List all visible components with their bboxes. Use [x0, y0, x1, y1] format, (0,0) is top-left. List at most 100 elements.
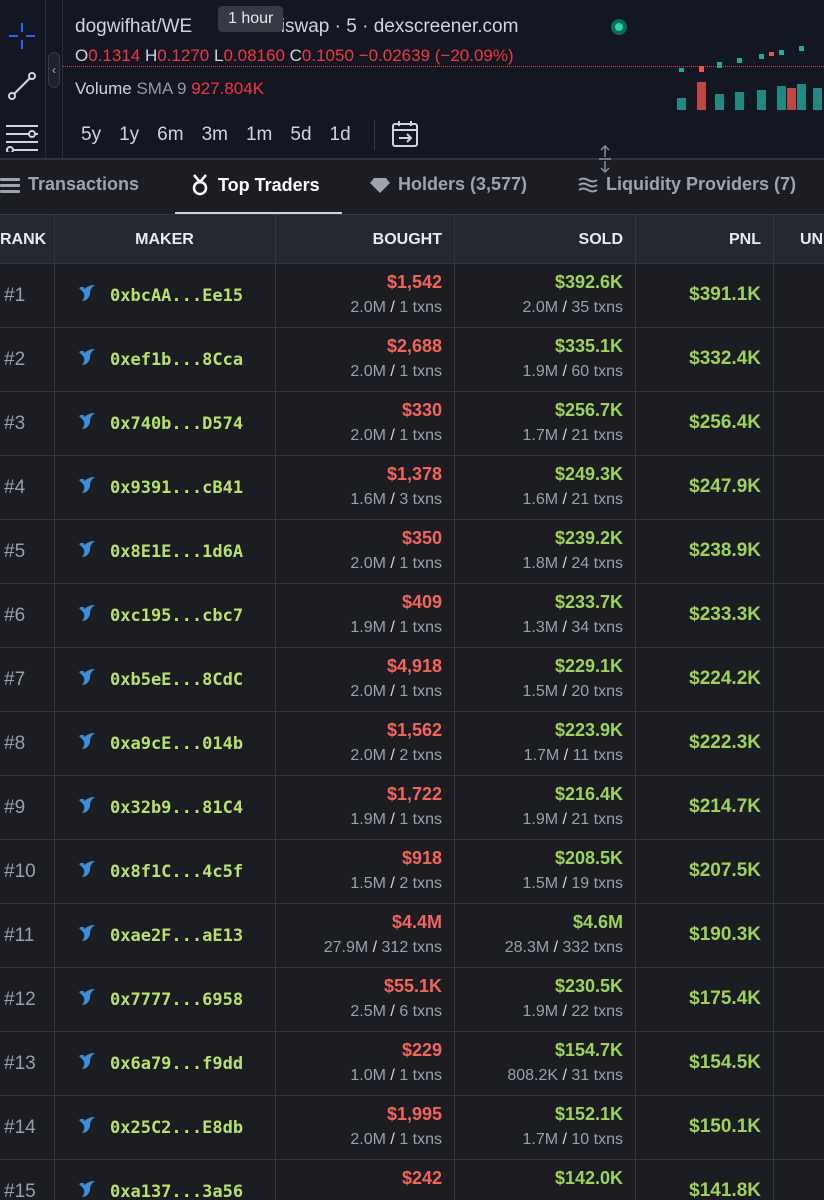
maker-address[interactable]: 0xbcAA...Ee15	[110, 286, 243, 306]
chart-canvas[interactable]: dogwifhat/WE niswap · 5 · dexscreener.com…	[63, 0, 824, 158]
table-row[interactable]: #14 0x25C2...E8db $1,995 2.0M / 1 txns $152.…	[0, 1096, 824, 1160]
table-header: RANK MAKER BOUGHT SOLD PNL UN	[0, 214, 824, 264]
maker-address[interactable]: 0x740b...D574	[110, 414, 243, 434]
maker-cell[interactable]: 0x8E1E...1d6A	[54, 520, 275, 584]
rank-cell: #4	[4, 477, 26, 498]
pnl-amount: $391.1K	[689, 284, 761, 305]
crosshair-icon[interactable]	[4, 18, 40, 54]
table-row[interactable]: #11 0xae2F...aE13 $4.4M 27.9M / 312 txns $4.…	[0, 904, 824, 968]
table-row[interactable]: #3 0x740b...D574 $330 2.0M / 1 txns $256.7K 1…	[0, 392, 824, 456]
maker-cell[interactable]: 0xb5eE...8CdC	[54, 648, 275, 712]
table-row[interactable]: #8 0xa9cE...014b $1,562 2.0M / 2 txns $223.9…	[0, 712, 824, 776]
maker-cell[interactable]: 0x7777...6958	[54, 968, 275, 1032]
sold-details: 2.0M / 35 txns	[522, 299, 623, 316]
table-row[interactable]: #1 0xbcAA...Ee15 $1,542 2.0M / 1 txns $392.6…	[0, 264, 824, 328]
maker-cell[interactable]: 0xc195...cbc7	[54, 584, 275, 648]
sold-cell: $229.1K 1.5M / 20 txns	[454, 648, 635, 712]
unrealized-cell	[773, 520, 824, 584]
maker-cell[interactable]: 0x9391...cB41	[54, 456, 275, 520]
maker-address[interactable]: 0xa9cE...014b	[110, 734, 243, 754]
maker-address[interactable]: 0x9391...cB41	[110, 478, 243, 498]
bought-details: 2.0M / 1 txns	[350, 555, 442, 572]
maker-address[interactable]: 0x8E1E...1d6A	[110, 542, 243, 562]
table-row[interactable]: #2 0xef1b...8Cca $2,688 2.0M / 1 txns $335.1…	[0, 328, 824, 392]
bought-cell: $918 1.5M / 2 txns	[275, 840, 454, 904]
header-bought[interactable]: BOUGHT	[275, 215, 454, 265]
table-row[interactable]: #13 0x6a79...f9dd $229 1.0M / 1 txns $154.7K…	[0, 1032, 824, 1096]
maker-cell[interactable]: 0x32b9...81C4	[54, 776, 275, 840]
table-row[interactable]: #10 0x8f1C...4c5f $918 1.5M / 2 txns $208.5K…	[0, 840, 824, 904]
maker-cell[interactable]: 0xef1b...8Cca	[54, 328, 275, 392]
maker-address[interactable]: 0x8f1C...4c5f	[110, 862, 243, 882]
header-pnl[interactable]: PNL	[635, 215, 773, 265]
table-row[interactable]: #5 0x8E1E...1d6A $350 2.0M / 1 txns $239.2K 1…	[0, 520, 824, 584]
range-1m[interactable]: 1m	[246, 124, 272, 146]
range-5d[interactable]: 5d	[290, 124, 311, 146]
fib-levels-icon[interactable]	[4, 118, 40, 154]
maker-cell[interactable]: 0xa137...3a56	[54, 1160, 275, 1200]
pnl-cell: $207.5K	[635, 840, 773, 904]
maker-address[interactable]: 0xa137...3a56	[110, 1182, 243, 1200]
table-row[interactable]: #6 0xc195...cbc7 $409 1.9M / 1 txns $233.7K 1…	[0, 584, 824, 648]
sold-details: 1.7M / 11 txns	[523, 747, 623, 764]
maker-address[interactable]: 0x7777...6958	[110, 990, 243, 1010]
sold-amount: $233.7K	[554, 592, 623, 612]
tab-top-traders[interactable]: Top Traders	[190, 174, 320, 196]
maker-cell[interactable]: 0x8f1C...4c5f	[54, 840, 275, 904]
tab-liquidity-providers[interactable]: Liquidity Providers (7)	[578, 174, 796, 195]
header-rank[interactable]: RANK	[0, 215, 54, 265]
pnl-cell: $154.5K	[635, 1032, 773, 1096]
range-1y[interactable]: 1y	[119, 124, 139, 146]
trend-line-icon[interactable]	[4, 68, 40, 104]
whale-icon	[78, 604, 98, 627]
maker-address[interactable]: 0x32b9...81C4	[110, 798, 243, 818]
rank-cell: #9	[4, 797, 26, 818]
column-divider	[773, 214, 774, 1200]
sold-amount: $249.3K	[554, 464, 623, 484]
unrealized-cell	[773, 264, 824, 328]
bought-cell: $330 2.0M / 1 txns	[275, 392, 454, 456]
resize-handle-icon[interactable]	[598, 144, 612, 177]
maker-cell[interactable]: 0xae2F...aE13	[54, 904, 275, 968]
range-1d[interactable]: 1d	[330, 124, 351, 146]
collapse-toolbar-button[interactable]: ‹	[48, 52, 60, 88]
whale-icon	[78, 796, 98, 819]
table-row[interactable]: #7 0xb5eE...8CdC $4,918 2.0M / 1 txns $229.1…	[0, 648, 824, 712]
maker-address[interactable]: 0xb5eE...8CdC	[110, 670, 243, 690]
maker-address[interactable]: 0x6a79...f9dd	[110, 1054, 243, 1074]
header-maker[interactable]: MAKER	[54, 215, 275, 265]
rank-cell: #2	[4, 349, 26, 370]
table-row[interactable]: #4 0x9391...cB41 $1,378 1.6M / 3 txns $249.3…	[0, 456, 824, 520]
sold-amount: $256.7K	[554, 400, 623, 420]
maker-cell[interactable]: 0xbcAA...Ee15	[54, 264, 275, 328]
table-row[interactable]: #12 0x7777...6958 $55.1K 2.5M / 6 txns $230.…	[0, 968, 824, 1032]
header-sold[interactable]: SOLD	[454, 215, 635, 265]
chart-panel: ‹ dogwifhat/WE niswap · 5 · dexscreener.c…	[0, 0, 824, 158]
maker-cell[interactable]: 0xa9cE...014b	[54, 712, 275, 776]
header-unrealized[interactable]: UN	[800, 215, 824, 265]
maker-address[interactable]: 0xef1b...8Cca	[110, 350, 243, 370]
maker-cell[interactable]: 0x740b...D574	[54, 392, 275, 456]
maker-cell[interactable]: 0x6a79...f9dd	[54, 1032, 275, 1096]
range-6m[interactable]: 6m	[157, 124, 183, 146]
range-5y[interactable]: 5y	[81, 124, 101, 146]
unrealized-cell	[773, 968, 824, 1032]
sold-amount: $239.2K	[554, 528, 623, 548]
range-3m[interactable]: 3m	[202, 124, 228, 146]
table-row[interactable]: #15 0xa137...3a56 $242 $142.0K $141.8K	[0, 1160, 824, 1200]
bought-details: 2.0M / 1 txns	[350, 363, 442, 380]
maker-address[interactable]: 0xc195...cbc7	[110, 606, 243, 626]
maker-address[interactable]: 0x25C2...E8db	[110, 1118, 243, 1138]
tab-holders[interactable]: Holders (3,577)	[370, 174, 527, 195]
maker-cell[interactable]: 0x25C2...E8db	[54, 1096, 275, 1160]
maker-address[interactable]: 0xae2F...aE13	[110, 926, 243, 946]
pnl-amount: $175.4K	[689, 988, 761, 1009]
unrealized-cell	[773, 648, 824, 712]
sold-cell: $154.7K 808.2K / 31 txns	[454, 1032, 635, 1096]
tab-transactions[interactable]: Transactions	[0, 174, 139, 195]
sold-cell: $233.7K 1.3M / 34 txns	[454, 584, 635, 648]
table-row[interactable]: #9 0x32b9...81C4 $1,722 1.9M / 1 txns $216.4…	[0, 776, 824, 840]
go-to-date-icon[interactable]	[391, 120, 421, 153]
sold-cell: $249.3K 1.6M / 21 txns	[454, 456, 635, 520]
pnl-amount: $207.5K	[689, 860, 761, 881]
